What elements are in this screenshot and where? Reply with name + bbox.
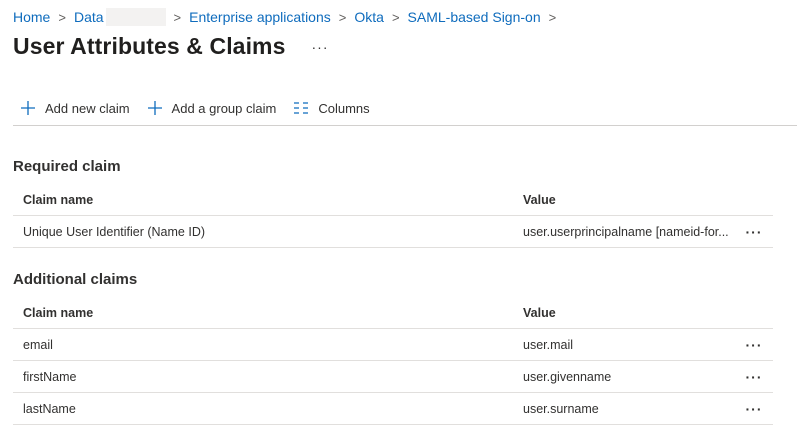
command-bar: Add new claim Add a group claim Columns <box>13 92 797 126</box>
add-new-claim-button[interactable]: Add new claim <box>13 92 138 124</box>
breadcrumb-home[interactable]: Home <box>13 9 50 25</box>
breadcrumb-enterprise-applications[interactable]: Enterprise applications <box>189 9 331 25</box>
breadcrumb-saml-sign-on[interactable]: SAML-based Sign-on <box>408 9 541 25</box>
columns-button[interactable]: Columns <box>284 92 377 124</box>
required-claim-heading: Required claim <box>13 158 121 175</box>
breadcrumb-separator: > <box>548 9 557 25</box>
claim-name-cell: firstName <box>23 369 77 384</box>
breadcrumb-separator: > <box>338 9 347 25</box>
claim-name-cell: email <box>23 337 53 352</box>
claim-value-cell: user.mail <box>523 337 574 352</box>
additional-claims-table: Claim name Value email user.mail ··· fir… <box>13 297 773 425</box>
title-row: User Attributes & Claims ··· <box>13 33 329 60</box>
required-claims-table: Claim name Value Unique User Identifier … <box>13 184 773 248</box>
claim-name-cell: lastName <box>23 401 76 416</box>
table-header: Claim name Value <box>13 184 773 216</box>
column-header-claim-name: Claim name <box>23 305 94 320</box>
claim-value-cell: user.givenname <box>523 369 612 384</box>
row-more-options-icon[interactable]: ··· <box>735 369 773 385</box>
column-header-value: Value <box>523 192 556 207</box>
row-more-options-icon[interactable]: ··· <box>735 337 773 353</box>
row-more-options-icon[interactable]: ··· <box>735 224 773 240</box>
add-group-claim-button[interactable]: Add a group claim <box>138 92 285 124</box>
plus-icon <box>19 99 37 117</box>
columns-icon <box>292 99 310 117</box>
row-more-options-icon[interactable]: ··· <box>735 401 773 417</box>
more-options-icon[interactable]: ··· <box>312 39 329 55</box>
table-row[interactable]: Unique User Identifier (Name ID) user.us… <box>13 216 773 248</box>
page-title: User Attributes & Claims <box>13 33 286 59</box>
table-row[interactable]: email user.mail ··· <box>13 329 773 361</box>
claim-value-cell: user.userprincipalname [nameid-for... <box>523 224 729 239</box>
add-group-claim-label: Add a group claim <box>171 100 277 116</box>
additional-claims-heading: Additional claims <box>13 271 138 288</box>
breadcrumb-separator: > <box>391 9 400 25</box>
plus-icon <box>146 99 164 117</box>
table-row[interactable]: firstName user.givenname ··· <box>13 361 773 393</box>
breadcrumb-okta[interactable]: Okta <box>354 9 384 25</box>
breadcrumb-separator: > <box>173 9 182 25</box>
breadcrumb: Home > Data > Enterprise applications > … <box>13 8 564 26</box>
breadcrumb-separator: > <box>58 9 66 25</box>
claim-value-cell: user.surname <box>523 401 599 416</box>
table-header: Claim name Value <box>13 297 773 329</box>
table-row[interactable]: lastName user.surname ··· <box>13 393 773 425</box>
column-header-value: Value <box>523 305 556 320</box>
claim-name-cell: Unique User Identifier (Name ID) <box>23 224 206 239</box>
columns-label: Columns <box>318 100 370 116</box>
column-header-claim-name: Claim name <box>23 192 94 207</box>
add-new-claim-label: Add new claim <box>45 100 130 116</box>
redacted-text <box>105 8 166 26</box>
breadcrumb-directory[interactable]: Data <box>74 9 104 25</box>
